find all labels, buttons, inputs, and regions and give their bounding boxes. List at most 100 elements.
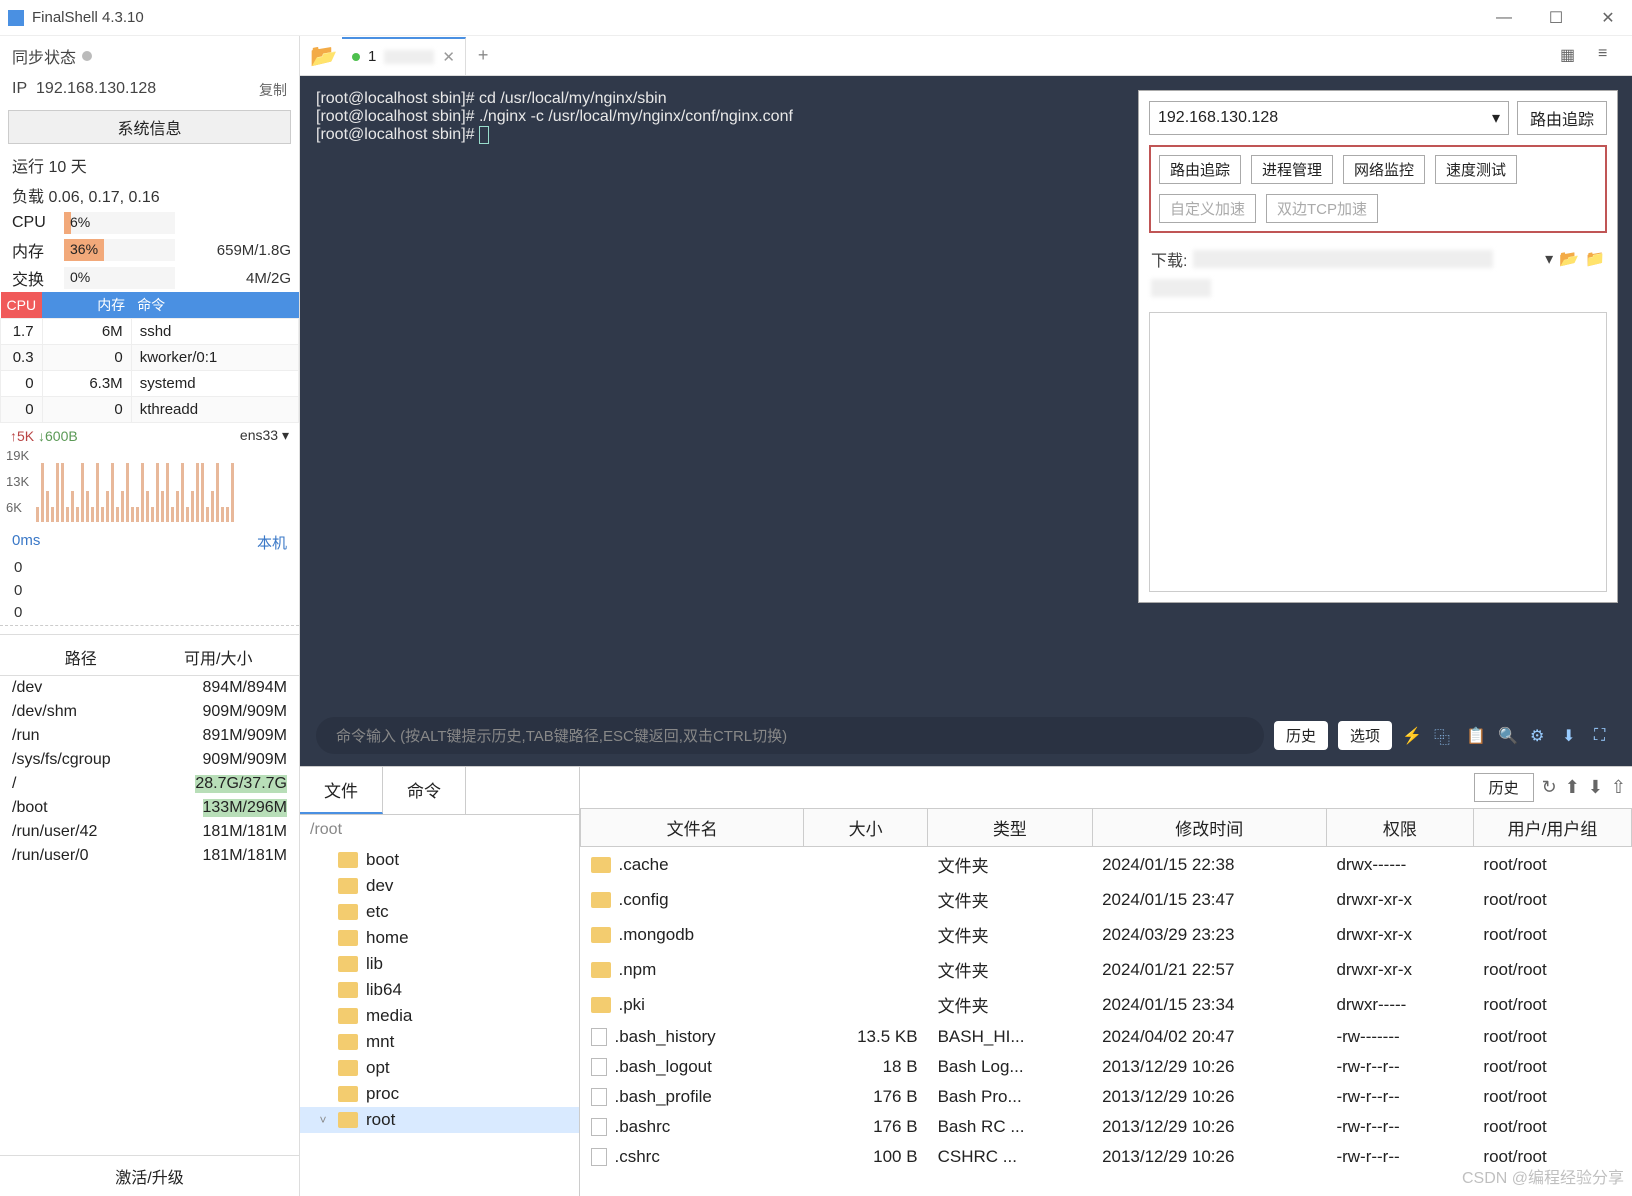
command-input[interactable]: 命令输入 (按ALT键提示历史,TAB键路径,ESC键返回,双击CTRL切换) [316,717,1264,754]
system-info-button[interactable]: 系统信息 [8,110,291,144]
file-row[interactable]: .bash_profile176 BBash Pro...2013/12/29 … [581,1082,1632,1112]
tree-node[interactable]: proc [300,1081,579,1107]
metric-row: CPU6% [0,210,299,236]
caret-down-icon[interactable]: ▾ [1545,249,1553,269]
history-button[interactable]: 历史 [1274,721,1328,750]
download-file-icon[interactable]: ⬇ [1588,777,1603,798]
folder-icon [338,1112,358,1128]
file-row[interactable]: .npm文件夹2024/01/21 22:57drwxr-xr-xroot/ro… [581,952,1632,987]
folder-icon [338,1008,358,1024]
disk-row[interactable]: /boot133M/296M [0,796,299,820]
file-row[interactable]: .config文件夹2024/01/15 23:47drwxr-xr-xroot… [581,882,1632,917]
file-row[interactable]: .bashrc176 BBash RC ...2013/12/29 10:26-… [581,1112,1632,1142]
folder-icon [591,892,611,908]
tree-node[interactable]: home [300,925,579,951]
disk-row[interactable]: /run891M/909M [0,724,299,748]
file-row[interactable]: .mongodb文件夹2024/03/29 23:23drwxr-xr-xroo… [581,917,1632,952]
file-icon [591,1028,607,1046]
folder-icon[interactable]: 📁 [1585,249,1605,269]
download-label: 下载: [1151,247,1187,271]
options-button[interactable]: 选项 [1338,721,1392,750]
file-table[interactable]: 文件名大小类型修改时间权限用户/用户组 .cache文件夹2024/01/15 … [580,808,1632,1172]
close-tab-icon[interactable]: ✕ [442,48,455,66]
metric-row: 内存36%659M/1.8G [0,236,299,264]
process-row[interactable]: 06.3Msystemd [1,371,299,397]
watermark: CSDN @编程经验分享 [1462,1164,1624,1188]
tab-session[interactable]: 1 ✕ [342,37,466,75]
disk-row[interactable]: /run/user/42181M/181M [0,820,299,844]
tree-node[interactable]: lib [300,951,579,977]
panel-tool[interactable]: 路由追踪 [1159,155,1241,184]
copy-icon[interactable]: ⿻ [1434,724,1456,748]
bolt-icon[interactable]: ⚡ [1402,726,1424,746]
download-icon[interactable]: ⬇ [1562,726,1584,746]
current-path: /root [300,815,579,845]
file-icon [591,1058,607,1076]
minimize-button[interactable]: — [1496,10,1512,26]
paste-icon[interactable]: 📋 [1466,726,1488,746]
terminal[interactable]: [root@localhost sbin]# cd /usr/local/my/… [300,76,1632,711]
open-folder-icon[interactable]: 📂 [306,38,342,74]
history-button-file[interactable]: 历史 [1474,773,1534,802]
file-row[interactable]: .bash_logout18 BBash Log...2013/12/29 10… [581,1052,1632,1082]
open-folder-icon[interactable]: 📂 [1559,249,1579,269]
tree-node[interactable]: ˅root [300,1107,579,1133]
folder-icon [338,904,358,920]
maximize-button[interactable]: ☐ [1548,10,1564,26]
chevron-down-icon: ▾ [1492,108,1500,128]
disk-row[interactable]: /28.7G/37.7G [0,772,299,796]
panel-tool[interactable]: 网络监控 [1343,155,1425,184]
copy-button[interactable]: 复制 [259,80,287,100]
disk-row[interactable]: /run/user/0181M/181M [0,844,299,868]
tree-node[interactable]: boot [300,847,579,873]
process-row[interactable]: 00kthreadd [1,397,299,423]
disk-path-header: 路径 [12,645,150,669]
folder-icon [338,982,358,998]
process-table: CPU内存命令 1.76Msshd0.30kworker/0:106.3Msys… [0,292,299,423]
disk-row[interactable]: /dev/shm909M/909M [0,700,299,724]
tree-node[interactable]: media [300,1003,579,1029]
folder-icon [591,997,611,1013]
search-icon[interactable]: 🔍 [1498,726,1520,746]
activate-button[interactable]: 激活/升级 [0,1155,299,1196]
tab-command[interactable]: 命令 [383,767,466,814]
process-row[interactable]: 1.76Msshd [1,319,299,345]
fullscreen-icon[interactable]: ⛶ [1594,727,1616,745]
network-stats: ↑5K ↓600B ens33 ▾ [0,423,299,448]
file-row[interactable]: .pki文件夹2024/01/15 23:34drwxr-----root/ro… [581,987,1632,1022]
file-row[interactable]: .bash_history13.5 KBBASH_HI...2024/04/02… [581,1022,1632,1052]
tree-node[interactable]: opt [300,1055,579,1081]
file-icon [591,1148,607,1166]
tree-node[interactable]: mnt [300,1029,579,1055]
file-row[interactable]: .cache文件夹2024/01/15 22:38drwx------root/… [581,847,1632,883]
panel-tool[interactable]: 自定义加速 [1159,194,1256,223]
panel-tool[interactable]: 进程管理 [1251,155,1333,184]
folder-icon [591,857,611,873]
refresh-icon[interactable]: ↻ [1542,777,1557,798]
menu-icon[interactable]: ≡ [1598,45,1620,67]
panel-tool[interactable]: 速度测试 [1435,155,1517,184]
disk-row[interactable]: /sys/fs/cgroup909M/909M [0,748,299,772]
close-button[interactable]: ✕ [1600,10,1616,26]
sync-status: 同步状态 [0,36,299,76]
tree-node[interactable]: dev [300,873,579,899]
process-row[interactable]: 0.30kworker/0:1 [1,345,299,371]
upload-icon[interactable]: ⬆ [1565,777,1580,798]
traceroute-button[interactable]: 路由追踪 [1517,101,1607,135]
folder-icon [338,1034,358,1050]
new-tab-button[interactable]: + [466,45,501,66]
panel-tool[interactable]: 双边TCP加速 [1266,194,1378,223]
upload2-icon[interactable]: ⇧ [1611,777,1626,798]
folder-icon [338,852,358,868]
disk-row[interactable]: /dev894M/894M [0,676,299,700]
tree-node[interactable]: lib64 [300,977,579,1003]
ping-stats: 0ms本机 [0,528,299,557]
folder-icon [338,1086,358,1102]
tools-panel: 192.168.130.128▾ 路由追踪 路由追踪进程管理网络监控速度测试自定… [1138,90,1618,603]
tab-file[interactable]: 文件 [300,767,383,814]
tree-node[interactable]: etc [300,899,579,925]
gear-icon[interactable]: ⚙ [1530,726,1552,746]
ip-select[interactable]: 192.168.130.128▾ [1149,101,1509,135]
grid-icon[interactable]: ▦ [1560,45,1582,67]
folder-icon [591,962,611,978]
